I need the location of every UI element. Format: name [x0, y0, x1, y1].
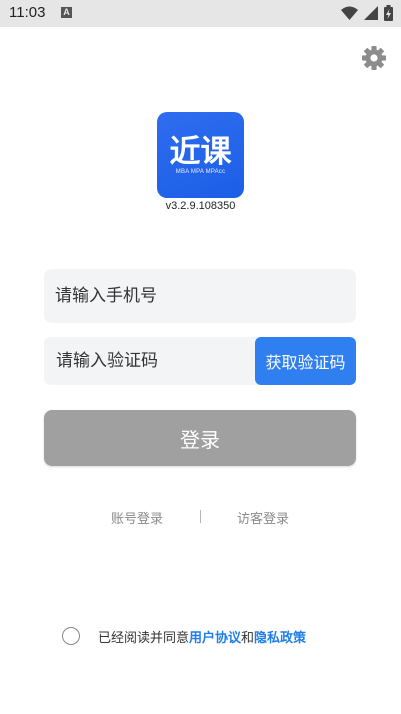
login-divider: [200, 510, 201, 523]
app-logo: 近课 MBA MPA MPAcc: [157, 112, 244, 198]
login-button[interactable]: 登录: [44, 410, 356, 466]
agreement-and: 和: [241, 631, 255, 646]
notification-a-icon: A: [61, 7, 72, 18]
agreement-text: 已经阅读并同意用户协议和隐私政策: [98, 627, 306, 646]
phone-input[interactable]: [44, 269, 356, 323]
agreement-checkbox[interactable]: [62, 627, 80, 645]
agreement-prefix: 已经阅读并同意: [98, 631, 190, 646]
status-bar: 11:03 A: [0, 0, 401, 27]
status-time: 11:03: [9, 4, 46, 21]
logo-subtitle: MBA MPA MPAcc: [175, 169, 226, 175]
get-code-button[interactable]: 获取验证码: [255, 337, 356, 385]
wifi-icon: [341, 6, 358, 20]
privacy-policy-link[interactable]: 隐私政策: [254, 631, 306, 646]
visitor-login-link[interactable]: 访客登录: [237, 508, 289, 527]
verification-code-input[interactable]: [44, 337, 255, 385]
signal-icon: [364, 6, 378, 20]
verification-code-row: 获取验证码: [44, 337, 356, 385]
gear-icon[interactable]: [361, 45, 387, 71]
status-icons: [341, 5, 393, 21]
battery-charging-icon: [384, 5, 393, 21]
app-version: v3.2.9.108350: [165, 200, 236, 212]
account-login-link[interactable]: 账号登录: [111, 508, 163, 527]
user-agreement-link[interactable]: 用户协议: [189, 631, 241, 646]
logo-title: 近课: [169, 134, 232, 170]
